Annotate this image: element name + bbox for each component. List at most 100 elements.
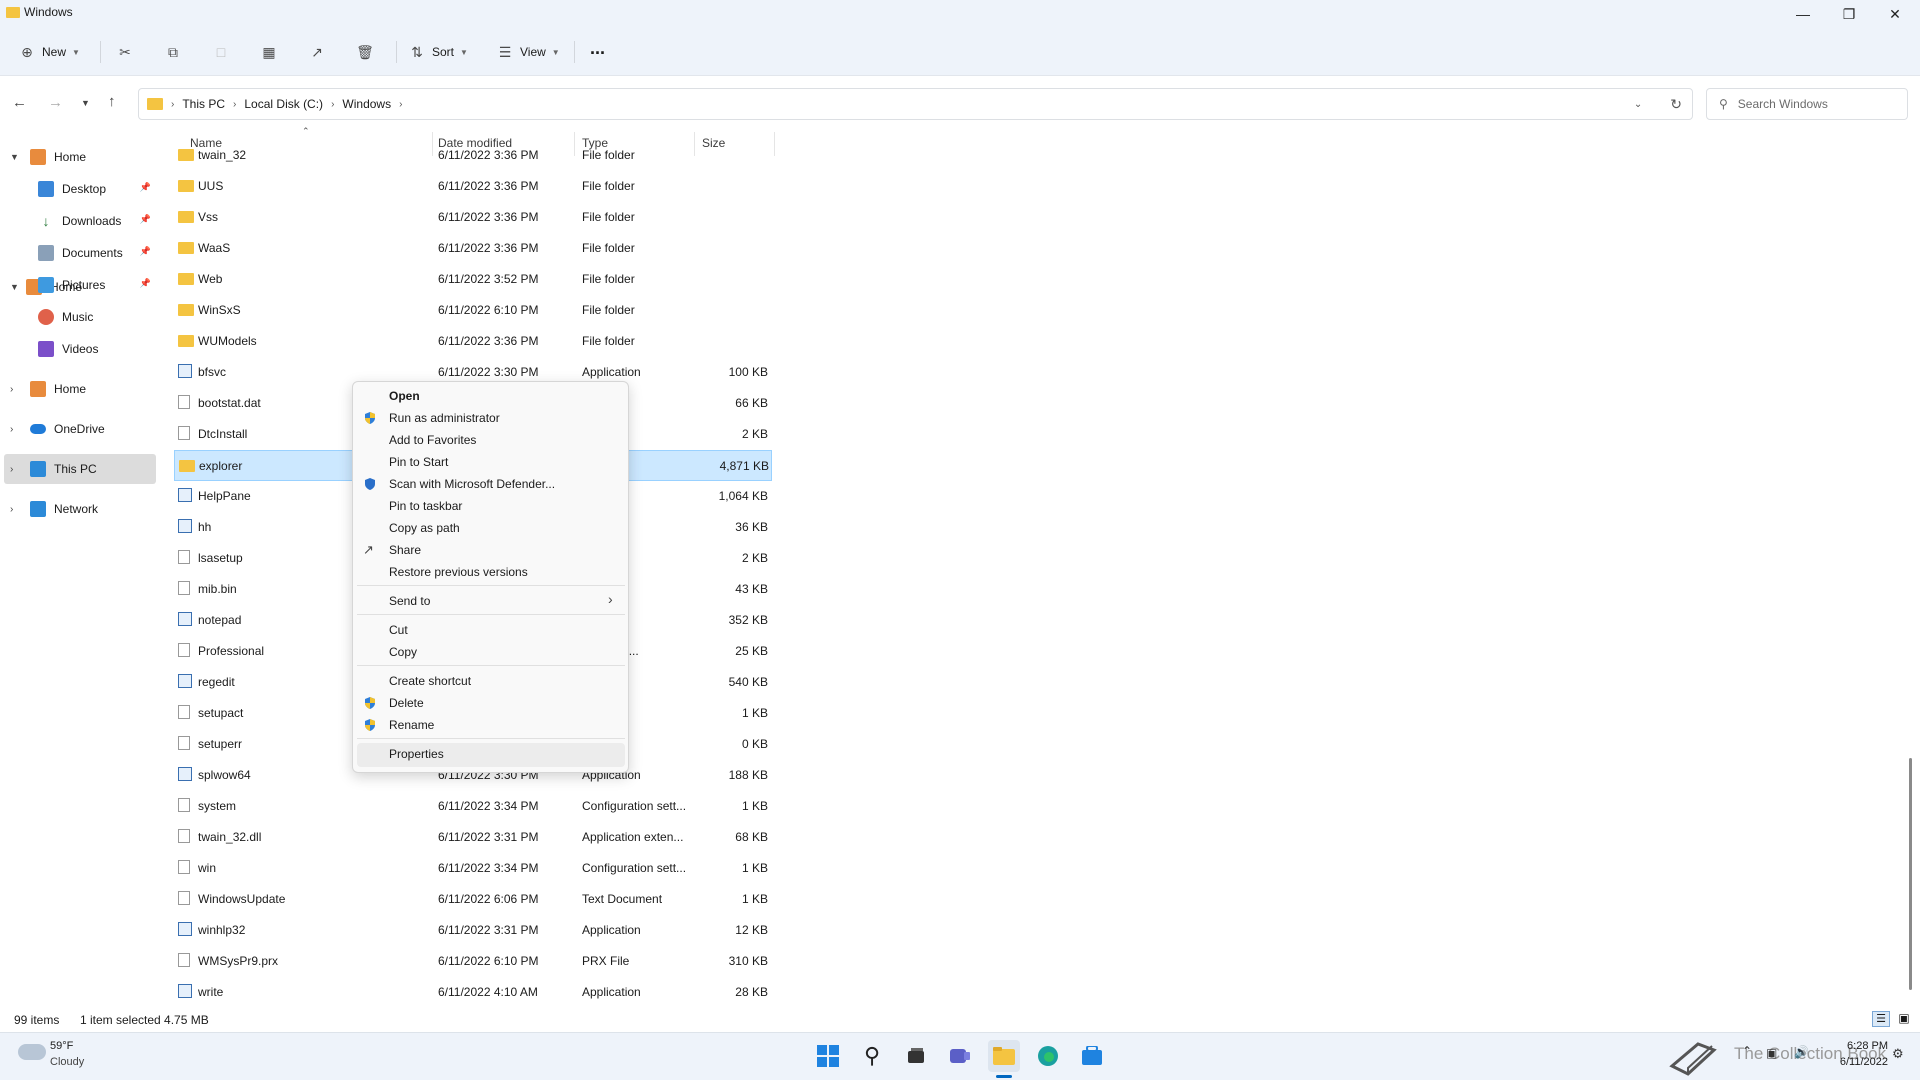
tray-chevron-icon[interactable]: ⌃ xyxy=(1742,1044,1752,1058)
file-size: 43 KB xyxy=(735,582,768,596)
document-icon xyxy=(178,426,190,440)
start-icon[interactable] xyxy=(812,1040,844,1072)
task-view-icon[interactable] xyxy=(900,1040,932,1072)
cut-button[interactable]: ✂ xyxy=(116,38,134,66)
menu-item-properties[interactable]: Properties xyxy=(389,747,444,761)
new-button[interactable]: ⊕ New ▼ xyxy=(18,38,80,66)
menu-item-copy[interactable]: Copy xyxy=(389,645,417,659)
menu-item-run-as-administrator[interactable]: Run as administrator xyxy=(389,411,500,425)
address-bar[interactable]: › This PC › Local Disk (C:) › Windows › … xyxy=(138,88,1693,120)
file-type: Application exten... xyxy=(582,830,684,844)
table-row[interactable]: UUS 6/11/2022 3:36 PM File folder xyxy=(174,171,774,202)
window-title: Windows xyxy=(24,5,73,19)
file-date: 6/11/2022 3:52 PM xyxy=(438,272,539,286)
file-date: 6/11/2022 3:36 PM xyxy=(438,148,539,162)
table-row[interactable]: WindowsUpdate 6/11/2022 6:06 PM Text Docum… xyxy=(174,884,774,915)
search-box[interactable]: ⚲ Search Windows xyxy=(1706,88,1908,120)
menu-item-send-to[interactable]: Send to xyxy=(389,594,430,608)
menu-item-pin-to-taskbar[interactable]: Pin to taskbar xyxy=(389,499,462,513)
application-icon xyxy=(178,612,192,626)
close-button[interactable]: ✕ xyxy=(1872,0,1918,28)
notification-icon[interactable]: ⚙ xyxy=(1892,1046,1904,1062)
table-row[interactable]: system 6/11/2022 3:34 PM Configuration set… xyxy=(174,791,774,822)
menu-item-pin-to-start[interactable]: Pin to Start xyxy=(389,455,448,469)
menu-item-share[interactable]: Share xyxy=(389,543,421,557)
breadcrumb-this-pc[interactable]: This PC xyxy=(182,97,225,111)
scissors-icon: ✂ xyxy=(119,43,131,60)
table-row[interactable]: WinSxS 6/11/2022 6:10 PM File folder xyxy=(174,295,774,326)
command-bar xyxy=(0,28,1920,76)
table-row[interactable]: write 6/11/2022 4:10 AM Application 28 KB xyxy=(174,977,774,1006)
file-size: 100 KB xyxy=(728,365,768,379)
table-row[interactable]: WUModels 6/11/2022 3:36 PM File folder xyxy=(174,326,774,357)
clock-time[interactable]: 6:28 PM xyxy=(1832,1040,1888,1052)
more-options-button[interactable]: ... xyxy=(590,34,605,62)
copy-button[interactable]: ⧉ xyxy=(164,38,182,66)
menu-item-scan-defender[interactable]: Scan with Microsoft Defender... xyxy=(389,477,555,491)
details-view-icon[interactable]: ☰ xyxy=(1872,1011,1890,1027)
delete-button[interactable]: 🗑 xyxy=(356,38,374,66)
file-date: 6/11/2022 3:31 PM xyxy=(438,923,539,937)
weather-temp[interactable]: 59°F xyxy=(50,1040,73,1052)
file-name: WindowsUpdate xyxy=(198,892,286,906)
menu-item-open[interactable]: Open xyxy=(389,389,420,403)
table-row[interactable]: Web 6/11/2022 3:52 PM File folder xyxy=(174,264,774,295)
application-icon xyxy=(178,488,192,502)
weather-desc[interactable]: Cloudy xyxy=(50,1056,84,1068)
sort-icon: ⇅ xyxy=(411,43,423,60)
sort-button[interactable]: ⇅ Sort ▼ xyxy=(408,38,468,66)
file-size: 28 KB xyxy=(735,985,768,999)
table-row[interactable]: Vss 6/11/2022 3:36 PM File folder xyxy=(174,202,774,233)
file-type: Text Document xyxy=(582,892,663,906)
table-row[interactable]: twain_32.dll 6/11/2022 3:31 PM Application… xyxy=(174,822,774,853)
tiles-view-icon[interactable]: ▣ xyxy=(1895,1011,1913,1027)
menu-item-rename[interactable]: Rename xyxy=(389,718,434,732)
breadcrumb-local-disk[interactable]: Local Disk (C:) xyxy=(244,97,323,111)
share-button[interactable]: ↗ xyxy=(308,38,326,66)
refresh-icon[interactable]: ↻ xyxy=(1670,96,1682,113)
up-arrow-icon[interactable]: ↑ xyxy=(108,93,116,110)
paste-button[interactable]: □ xyxy=(212,38,230,66)
table-row[interactable]: twain_32 6/11/2022 3:36 PM File folder xyxy=(174,148,774,171)
search-icon[interactable]: ⚲ xyxy=(856,1040,888,1072)
file-date: 6/11/2022 3:30 PM xyxy=(438,365,539,379)
file-explorer-taskbar-icon[interactable] xyxy=(988,1040,1020,1072)
volume-icon[interactable]: 🔊 xyxy=(1794,1045,1809,1059)
table-row[interactable]: winhlp32 6/11/2022 3:31 PM Application 12 K… xyxy=(174,915,774,946)
store-icon[interactable] xyxy=(1076,1040,1108,1072)
rename-button[interactable]: ▦ xyxy=(260,38,278,66)
chevron-right-icon: › xyxy=(331,98,335,110)
menu-item-create-shortcut[interactable]: Create shortcut xyxy=(389,674,471,688)
file-size: 188 KB xyxy=(728,768,768,782)
item-count: 99 items xyxy=(14,1013,60,1027)
restore-button[interactable]: ❐ xyxy=(1826,0,1872,28)
back-arrow-icon[interactable]: ← xyxy=(12,94,27,111)
teams-chat-icon[interactable] xyxy=(944,1040,976,1072)
menu-item-cut[interactable]: Cut xyxy=(389,623,408,637)
edge-icon[interactable] xyxy=(1032,1040,1064,1072)
rename-icon: ▦ xyxy=(262,43,276,60)
table-row[interactable]: win 6/11/2022 3:34 PM Configuration sett..… xyxy=(174,853,774,884)
share-icon: ↗ xyxy=(363,542,374,557)
menu-item-delete[interactable]: Delete xyxy=(389,696,424,710)
breadcrumb-windows[interactable]: Windows xyxy=(342,97,391,111)
menu-item-copy-as-path[interactable]: Copy as path xyxy=(389,521,460,535)
file-type: File folder xyxy=(582,334,635,348)
application-icon xyxy=(178,519,192,533)
vertical-scrollbar[interactable] xyxy=(1909,758,1912,990)
menu-item-restore-previous-versions[interactable]: Restore previous versions xyxy=(389,565,528,579)
file-date: 6/11/2022 6:10 PM xyxy=(438,954,539,968)
table-row[interactable]: WMSysPr9.prx 6/11/2022 6:10 PM PRX File 310… xyxy=(174,946,774,977)
cloud-weather-icon[interactable] xyxy=(18,1044,46,1060)
forward-arrow-icon[interactable]: → xyxy=(48,94,63,111)
sort-label: Sort xyxy=(432,45,455,59)
minimize-button[interactable]: — xyxy=(1780,0,1826,28)
network-tray-icon[interactable]: ▣ xyxy=(1766,1046,1777,1060)
view-button[interactable]: ☰ View ▼ xyxy=(496,38,560,66)
address-history-chevron-icon[interactable]: ⌄ xyxy=(1634,99,1642,110)
table-row[interactable]: WaaS 6/11/2022 3:36 PM File folder xyxy=(174,233,774,264)
clock-date[interactable]: 6/11/2022 xyxy=(1826,1056,1888,1068)
menu-item-add-to-favorites[interactable]: Add to Favorites xyxy=(389,433,476,447)
recent-chevron-icon[interactable]: ▼ xyxy=(81,98,90,108)
file-size: 68 KB xyxy=(735,830,768,844)
